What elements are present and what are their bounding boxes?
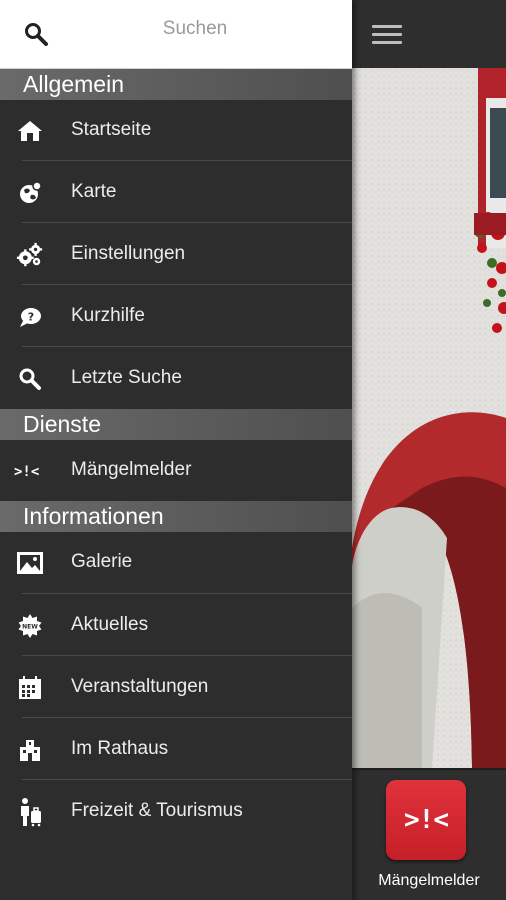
section-header-informationen: Informationen <box>0 501 352 532</box>
maengelmelder-tile[interactable]: >!< Mängelmelder <box>352 768 506 900</box>
globe-icon <box>16 179 44 207</box>
header-photo <box>352 68 506 768</box>
search-bar <box>0 0 352 69</box>
menu-item-veranstaltungen[interactable]: Veranstaltungen <box>0 656 352 718</box>
help-bubble-icon: ? <box>16 303 44 331</box>
menu-item-label: Im Rathaus <box>71 738 169 759</box>
menu-item-label: Startseite <box>71 119 152 140</box>
navigation-drawer: Allgemein Startseite Karte Einstellungen… <box>0 0 352 900</box>
menu-item-startseite[interactable]: Startseite <box>0 99 352 161</box>
menu-item-label: Einstellungen <box>71 243 186 264</box>
menu-item-maengelmelder[interactable]: >!< Mängelmelder <box>0 439 352 501</box>
menu-item-freizeit-tourismus[interactable]: Freizeit & Tourismus <box>0 780 352 842</box>
town-hall-icon <box>16 736 44 764</box>
menu-item-label: Mängelmelder <box>71 459 192 480</box>
section-header-allgemein: Allgemein <box>0 69 352 100</box>
app-header <box>352 0 506 70</box>
home-icon <box>16 117 44 145</box>
section-header-dienste: Dienste <box>0 409 352 440</box>
menu-item-label: Letzte Suche <box>71 367 182 388</box>
search-icon <box>16 365 44 393</box>
svg-text:>!<: >!< <box>14 464 39 480</box>
menu-item-im-rathaus[interactable]: Im Rathaus <box>0 718 352 780</box>
maengelmelder-app-icon[interactable]: >!< <box>386 780 466 860</box>
menu-item-label: Freizeit & Tourismus <box>71 800 243 821</box>
search-icon[interactable] <box>22 20 50 48</box>
hamburger-menu-icon[interactable] <box>372 18 408 50</box>
menu-item-label: Aktuelles <box>71 614 149 635</box>
menu-item-einstellungen[interactable]: Einstellungen <box>0 223 352 285</box>
menu-item-label: Kurzhilfe <box>71 305 145 326</box>
main-content: >!< Mängelmelder <box>352 0 506 900</box>
menu-item-letzte-suche[interactable]: Letzte Suche <box>0 347 352 409</box>
svg-text:?: ? <box>28 311 34 324</box>
menu-item-label: Veranstaltungen <box>71 676 209 697</box>
search-input[interactable] <box>70 14 320 44</box>
menu-item-label: Galerie <box>71 551 133 572</box>
svg-text:NEW: NEW <box>22 624 38 631</box>
menu-item-kurzhilfe[interactable]: ? Kurzhilfe <box>0 285 352 347</box>
gears-icon <box>16 241 44 269</box>
menu-item-karte[interactable]: Karte <box>0 161 352 223</box>
gallery-icon <box>16 549 44 577</box>
menu-item-aktuelles[interactable]: NEW Aktuelles <box>0 594 352 656</box>
calendar-icon <box>16 674 44 702</box>
menu-item-label: Karte <box>71 181 117 202</box>
tile-label: Mängelmelder <box>378 872 480 889</box>
tourism-icon <box>16 798 44 827</box>
news-badge-icon: NEW <box>16 612 44 640</box>
maengelmelder-icon: >!< <box>14 457 48 485</box>
menu-item-galerie[interactable]: Galerie <box>0 531 352 593</box>
